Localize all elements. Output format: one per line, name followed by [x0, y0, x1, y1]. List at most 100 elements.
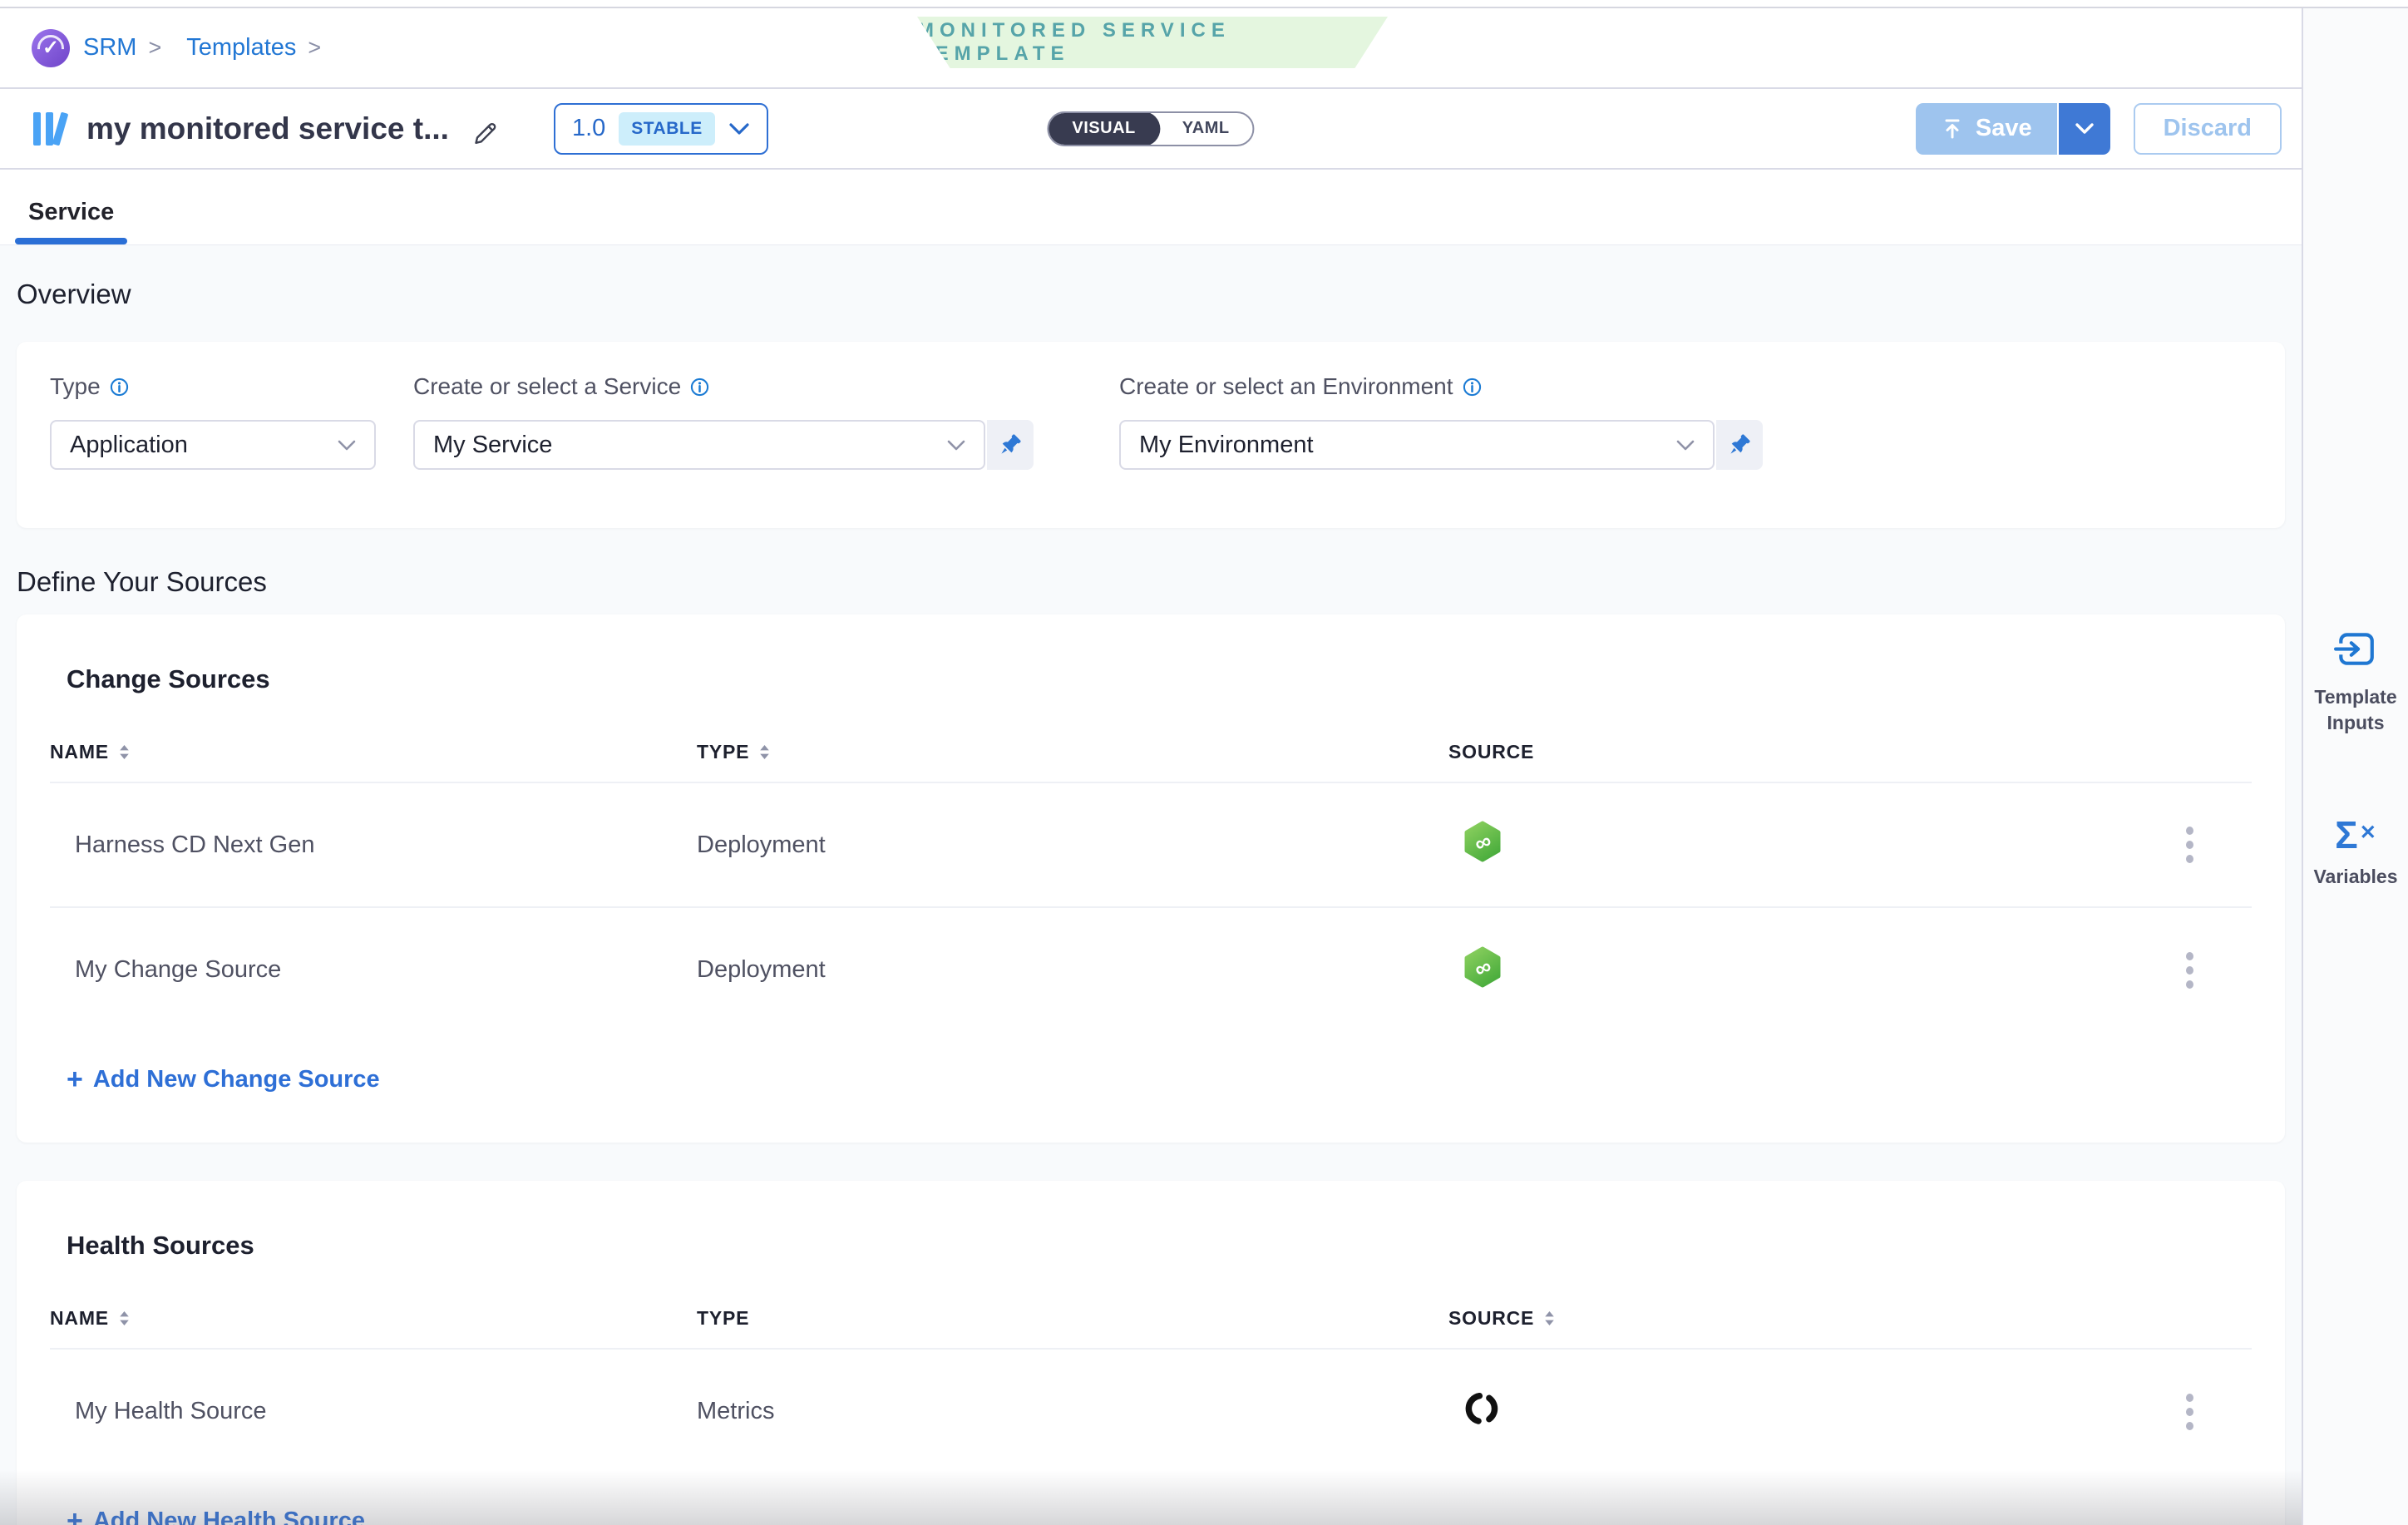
table-row[interactable]: My Health Source Metrics	[50, 1349, 2252, 1473]
template-inputs-button[interactable]: Template Inputs	[2303, 627, 2408, 736]
info-icon[interactable]	[689, 377, 710, 397]
breadcrumb-separator: >	[308, 35, 321, 61]
top-divider	[0, 0, 2408, 8]
type-select-value: Application	[70, 432, 188, 459]
pin-environment-button[interactable]	[1716, 420, 1763, 470]
visual-yaml-toggle: VISUAL YAML	[1047, 111, 1254, 146]
add-new-change-source-button[interactable]: + Add New Change Source	[50, 1064, 2252, 1096]
pin-icon	[998, 432, 1023, 457]
discard-button[interactable]: Discard	[2134, 103, 2282, 155]
health-sources-title: Health Sources	[50, 1231, 2252, 1261]
save-split-button: Save	[1916, 103, 2110, 155]
table-row[interactable]: Harness CD Next Gen Deployment ∞	[50, 782, 2252, 907]
table-row[interactable]: My Change Source Deployment ∞	[50, 907, 2252, 1032]
column-header-type[interactable]: TYPE	[697, 741, 749, 763]
plus-icon: +	[67, 1064, 83, 1096]
type-select[interactable]: Application	[50, 420, 376, 470]
sort-icon[interactable]	[119, 1310, 130, 1326]
sort-icon[interactable]	[759, 744, 770, 760]
content-area: Overview Type	[0, 245, 2302, 1525]
page-title: my monitored service t...	[86, 111, 449, 146]
breadcrumb-templates[interactable]: Templates	[186, 34, 296, 62]
environment-label: Create or select an Environment	[1119, 373, 1763, 400]
column-header-source: SOURCE	[1448, 741, 1534, 763]
add-new-health-source-button[interactable]: + Add New Health Source	[50, 1505, 2252, 1525]
plus-icon: +	[67, 1505, 83, 1525]
change-source-type: Deployment	[697, 782, 1448, 907]
type-label: Type	[50, 373, 376, 400]
app-window: MONITORED SERVICE TEMPLATE ✓ SRM > Templ…	[0, 0, 2408, 1525]
health-source-name: My Health Source	[50, 1349, 697, 1473]
info-icon[interactable]	[109, 377, 130, 397]
change-sources-title: Change Sources	[50, 664, 2252, 694]
overview-heading: Overview	[17, 279, 2285, 310]
row-menu-button[interactable]	[2173, 827, 2206, 863]
health-sources-table: NAME TYPE SOURCE	[50, 1294, 2252, 1473]
chevron-down-icon	[1676, 440, 1695, 451]
srm-logo-icon: ✓	[32, 29, 70, 67]
chevron-down-icon	[338, 440, 356, 451]
version-status-badge: STABLE	[619, 112, 714, 146]
chevron-down-icon	[728, 122, 750, 136]
chevron-down-icon	[947, 440, 965, 451]
breadcrumb-srm[interactable]: SRM	[83, 34, 136, 62]
toggle-yaml[interactable]: YAML	[1159, 111, 1253, 146]
column-header-type: TYPE	[697, 1307, 749, 1330]
srm-check-glyph: ✓	[42, 36, 59, 60]
row-menu-button[interactable]	[2173, 952, 2206, 989]
environment-label-text: Create or select an Environment	[1119, 373, 1453, 400]
chevron-down-icon	[2075, 122, 2095, 135]
environment-select[interactable]: My Environment	[1119, 420, 1715, 470]
health-sources-card: Health Sources NAME	[17, 1181, 2285, 1525]
field-type: Type Application	[50, 373, 376, 496]
row-menu-button[interactable]	[2173, 1394, 2206, 1430]
change-source-name: Harness CD Next Gen	[50, 782, 697, 907]
pin-icon	[1727, 432, 1752, 457]
breadcrumb-separator: >	[148, 35, 161, 61]
variables-button[interactable]: Σ ✕ Variables	[2303, 816, 2408, 890]
health-source-type: Metrics	[697, 1349, 1448, 1473]
version-selector[interactable]: 1.0 STABLE	[554, 103, 768, 155]
tab-bar: Service	[0, 170, 2302, 245]
service-select-value: My Service	[433, 432, 552, 459]
harness-cd-icon: ∞	[1463, 946, 1502, 988]
change-sources-table: NAME TYPE	[50, 728, 2252, 1032]
variables-label: Variables	[2303, 864, 2408, 890]
change-sources-card: Change Sources NAME	[17, 614, 2285, 1143]
pencil-icon	[471, 114, 501, 144]
toggle-visual[interactable]: VISUAL	[1047, 111, 1160, 146]
tab-service-label: Service	[28, 199, 114, 225]
service-select[interactable]: My Service	[413, 420, 985, 470]
service-label-text: Create or select a Service	[413, 373, 681, 400]
define-sources-heading: Define Your Sources	[17, 566, 2285, 598]
upload-icon	[1941, 117, 1964, 141]
discard-label: Discard	[2164, 115, 2252, 142]
badge-label: MONITORED SERVICE TEMPLATE	[917, 19, 1388, 66]
x-glyph: ✕	[2360, 821, 2376, 845]
monitored-service-template-badge: MONITORED SERVICE TEMPLATE	[917, 17, 1388, 68]
harness-cd-icon: ∞	[1463, 821, 1502, 862]
edit-title-button[interactable]	[471, 114, 501, 144]
tab-service[interactable]: Service	[15, 199, 127, 244]
pin-service-button[interactable]	[987, 420, 1034, 470]
sort-icon[interactable]	[1544, 1310, 1555, 1326]
type-label-text: Type	[50, 373, 101, 400]
column-header-name[interactable]: NAME	[50, 1307, 109, 1330]
save-options-button[interactable]	[2057, 103, 2110, 155]
version-number: 1.0	[572, 115, 605, 142]
column-header-name[interactable]: NAME	[50, 741, 109, 763]
service-label: Create or select a Service	[413, 373, 1034, 400]
variables-icon: Σ ✕	[2335, 816, 2376, 854]
info-icon[interactable]	[1462, 377, 1483, 397]
active-tab-underline	[15, 238, 127, 244]
sort-icon[interactable]	[119, 744, 130, 760]
field-environment: Create or select an Environment My Envir…	[1119, 373, 1763, 496]
page-header: my monitored service t... 1.0 STABLE VIS…	[0, 89, 2302, 170]
column-header-source[interactable]: SOURCE	[1448, 1307, 1534, 1330]
template-inputs-icon	[2334, 627, 2377, 670]
change-source-name: My Change Source	[50, 907, 697, 1032]
right-rail: Template Inputs Σ ✕ Variables	[2302, 8, 2408, 1525]
template-inputs-label: Template Inputs	[2303, 684, 2408, 736]
add-new-change-source-label: Add New Change Source	[93, 1066, 380, 1093]
save-button[interactable]: Save	[1916, 103, 2057, 155]
